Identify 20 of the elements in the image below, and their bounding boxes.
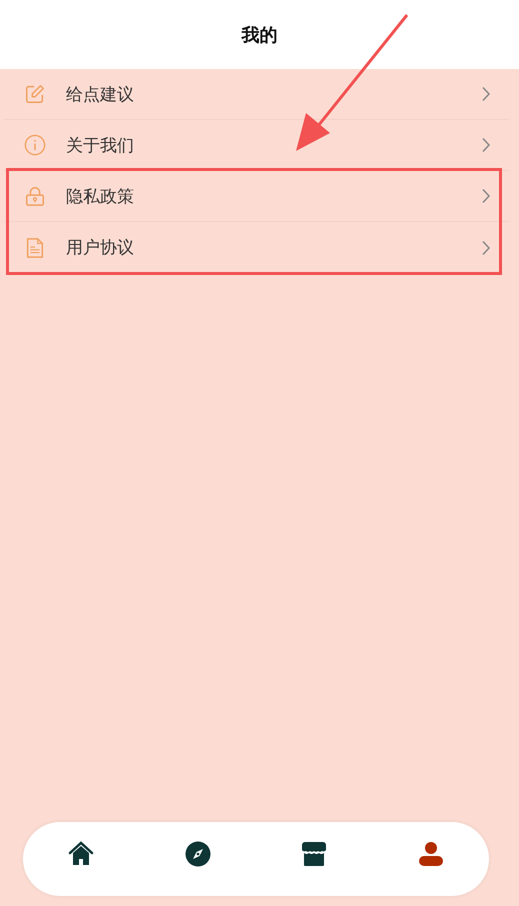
menu-item[interactable]: 给点建议 bbox=[4, 69, 509, 120]
home-icon bbox=[68, 841, 94, 867]
store-icon bbox=[301, 841, 328, 867]
chevron-icon bbox=[481, 86, 491, 102]
menu-item[interactable]: 用户协议 bbox=[4, 222, 509, 273]
tab-button[interactable] bbox=[67, 840, 96, 868]
tab-button[interactable] bbox=[184, 840, 212, 868]
chevron-icon bbox=[481, 137, 491, 153]
chevron-icon bbox=[481, 188, 491, 204]
person-icon bbox=[418, 841, 444, 867]
tab-button[interactable] bbox=[300, 840, 328, 868]
tab-button[interactable] bbox=[416, 840, 445, 868]
chevron-icon bbox=[481, 240, 491, 256]
page-title: 我的 bbox=[242, 24, 278, 46]
document-icon bbox=[24, 236, 46, 258]
edit-icon bbox=[24, 83, 46, 105]
menu-item[interactable]: 隐私政策 bbox=[4, 171, 509, 222]
info-icon bbox=[24, 134, 46, 156]
lock-icon bbox=[24, 185, 46, 207]
compass-icon bbox=[184, 841, 211, 867]
